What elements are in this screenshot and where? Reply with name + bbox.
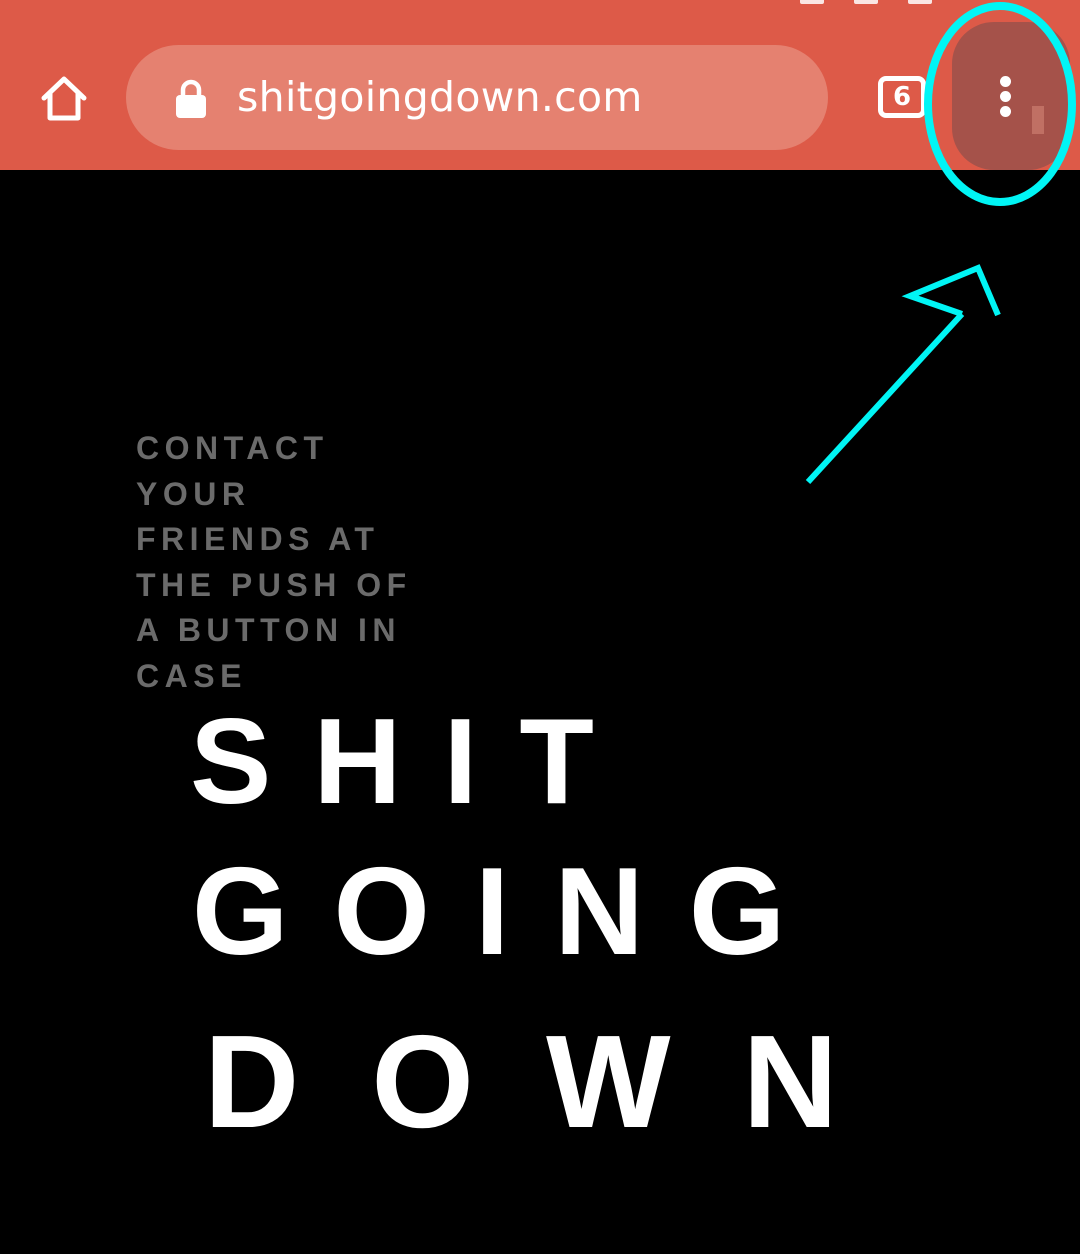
touch-indicator [1032, 106, 1044, 134]
lock-icon [176, 79, 206, 118]
address-bar[interactable]: shitgoingdown.com [126, 45, 828, 150]
status-bar-fragment [800, 0, 932, 6]
tab-count: 6 [892, 82, 912, 112]
home-icon [41, 76, 87, 121]
home-button[interactable] [36, 70, 92, 126]
tab-switcher-button[interactable]: 6 [878, 76, 926, 118]
menu-button[interactable] [952, 22, 1070, 170]
more-vert-icon [997, 76, 1013, 118]
url-text: shitgoingdown.com [237, 73, 643, 121]
pointer-arrow [805, 264, 1001, 485]
headline-line-1: SHIT [190, 693, 636, 829]
headline-line-3: DOWN [204, 1008, 910, 1155]
headline-line-2: GOING [192, 843, 831, 981]
tagline: CONTACT YOUR FRIENDS AT THE PUSH OF A BU… [136, 430, 412, 694]
browser-toolbar: shitgoingdown.com 6 [0, 0, 1080, 170]
